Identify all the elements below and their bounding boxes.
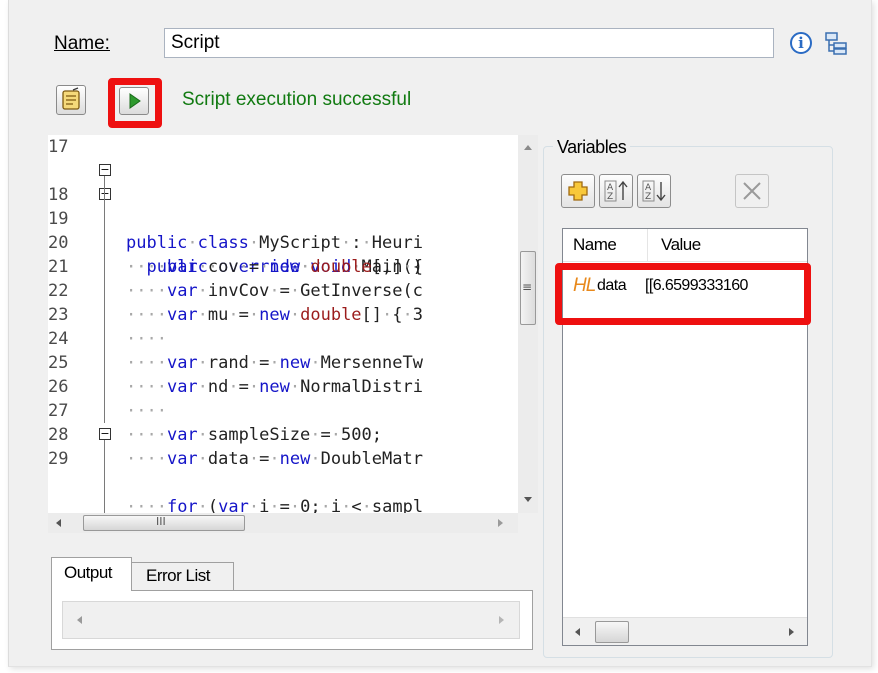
fold-guide (104, 176, 105, 423)
sort-ascending-icon: A Z (604, 180, 628, 202)
scroll-right-icon[interactable] (499, 616, 504, 624)
code-line: 28 ····var·data·=·new·DoubleMatr (48, 399, 518, 469)
name-label: Name: (54, 33, 110, 55)
code-line: 18 − public·class·MyScript·:·Heuri (48, 159, 518, 253)
svg-text:Z: Z (645, 192, 651, 202)
code-line: 17 (48, 135, 518, 159)
fold-toggle-icon[interactable]: − (99, 188, 111, 200)
scroll-up-icon[interactable] (524, 145, 532, 150)
sort-descending-icon: A Z (642, 180, 666, 202)
column-value-header[interactable]: Value (661, 235, 701, 255)
variable-row-highlight (555, 263, 811, 325)
scroll-grip-icon: III (156, 515, 166, 528)
scroll-left-icon[interactable] (56, 519, 61, 527)
run-button[interactable] (119, 87, 149, 115)
code-line: 20 ····var·cov·=·new·double[,]·{ (48, 207, 518, 277)
status-message: Script execution successful (182, 89, 412, 110)
sort-descending-button[interactable]: A Z (637, 174, 671, 208)
info-icon[interactable]: i (790, 32, 812, 54)
run-play-icon (129, 93, 141, 109)
sort-ascending-button[interactable]: A Z (599, 174, 633, 208)
code-line: 22 ····var·mu·=·new·double[]·{·3 (48, 255, 518, 325)
tab-output[interactable]: Output (51, 557, 132, 591)
code-line: 29 − ····for·(var·i·=·0;·i·<·sampl (48, 423, 518, 513)
output-scrollbar[interactable] (62, 601, 520, 639)
svg-text:Z: Z (607, 192, 613, 202)
code-line: 26 ···· (48, 351, 518, 421)
fold-toggle-icon[interactable]: − (99, 428, 111, 440)
line-number: 17 (48, 137, 69, 157)
code-line: 25 ····var·nd·=·new·NormalDistri (48, 327, 518, 397)
line-number: 29 (48, 449, 69, 469)
scroll-grip-icon: ≡ (522, 280, 533, 294)
name-label-text: Name: (54, 33, 110, 54)
column-divider[interactable] (647, 229, 648, 261)
variables-title: Variables (553, 137, 631, 158)
script-editor-window: Name: Script i Script execution successf… (8, 0, 872, 667)
code-line: 24 ····var·rand·=·new·MersenneTw (48, 303, 518, 373)
add-variable-icon (568, 181, 588, 201)
column-name-header[interactable]: Name (573, 235, 617, 255)
code-text: ····for·(var·i·=·0;·i·<·sampl (126, 497, 424, 513)
list-hscroll-thumb[interactable] (595, 621, 629, 643)
code-line: 21 ····var·invCov·=·GetInverse(c (48, 231, 518, 301)
scroll-right-icon[interactable] (789, 628, 794, 636)
tab-error-list[interactable]: Error List (132, 562, 234, 591)
code-text: ····var·data·=·new·DoubleMatr (126, 449, 423, 469)
remove-variable-icon (743, 182, 761, 200)
fold-guide (104, 440, 105, 513)
list-horizontal-scrollbar[interactable] (563, 617, 807, 645)
editor-hscroll-thumb[interactable]: III (83, 515, 245, 531)
name-input[interactable]: Script (164, 28, 774, 58)
scroll-left-icon[interactable] (77, 616, 82, 624)
code-line: 27 ····var·sampleSize·=·500; (48, 375, 518, 445)
code-line: 19 − ··public·override·void·Main() (48, 183, 518, 277)
editor-horizontal-scrollbar[interactable]: III (48, 513, 518, 533)
code-editor[interactable]: 17 18 − public·class·MyScript·:·Heuri 19… (48, 135, 538, 513)
remove-variable-button[interactable] (735, 174, 769, 208)
scroll-down-icon[interactable] (524, 497, 532, 502)
scroll-left-icon[interactable] (575, 628, 580, 636)
scroll-right-icon[interactable] (498, 519, 503, 527)
compile-button[interactable] (56, 85, 86, 115)
editor-vscroll-thumb[interactable]: ≡ (520, 251, 536, 325)
output-panel (51, 590, 533, 650)
editor-vertical-scrollbar[interactable]: ≡ (518, 135, 538, 513)
fold-toggle-icon[interactable]: − (99, 164, 111, 176)
compile-script-icon (62, 87, 80, 110)
add-variable-button[interactable] (561, 174, 595, 208)
structure-icon[interactable] (824, 31, 848, 55)
code-line: 23 ···· (48, 279, 518, 349)
